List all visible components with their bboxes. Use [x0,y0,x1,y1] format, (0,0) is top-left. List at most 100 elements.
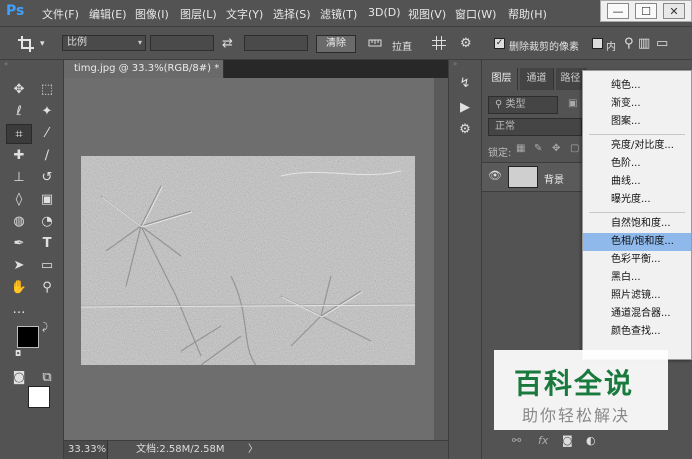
delete-cropped-label: 删除裁剪的像素 [509,42,579,53]
gradient-tool-icon[interactable]: ▣ [36,190,58,210]
default-colors-icon[interactable]: ◘ [15,349,21,358]
menu-filter[interactable]: 滤镜(T) [320,6,357,22]
window-controls: — ☐ ✕ [600,0,692,22]
menu-item-channel-mixer[interactable]: 通道混合器... [583,305,691,323]
grid-overlay-icon[interactable] [432,36,446,54]
eyedropper-tool-icon[interactable]: ⁄ [36,124,58,144]
menu-file[interactable]: 文件(F) [42,6,79,22]
lock-label: 锁定: [488,148,512,159]
blur-tool-icon[interactable]: ◍ [8,212,30,232]
menu-select[interactable]: 选择(S) [273,6,311,22]
screen-mode-icon[interactable]: ⧉ [36,368,58,388]
magic-wand-tool-icon[interactable]: ✦ [36,102,58,122]
minimize-button[interactable]: — [607,3,629,19]
tools-panel: « ✥ ⬚ ℓ ✦ ⌗ ⁄ ✚ ∕ ⊥ ↺ ◊ ▣ ◍ ◔ ✒ T ➤ ▭ ✋ … [0,60,64,459]
menu-type[interactable]: 文字(Y) [226,6,263,22]
history-brush-tool-icon[interactable]: ↺ [36,168,58,188]
marquee-tool-icon[interactable]: ⬚ [36,80,58,100]
foreground-color-swatch[interactable] [17,326,39,348]
blend-mode-select[interactable]: 正常 [488,118,582,136]
menu-item-color-balance[interactable]: 色彩平衡... [583,251,691,269]
document-image[interactable] [81,156,415,365]
menu-help[interactable]: 帮助(H) [508,6,547,22]
lock-pixels-icon[interactable]: ✎ [534,143,542,154]
hand-tool-icon[interactable]: ✋ [8,278,30,298]
more-tools-icon[interactable]: … [8,300,30,320]
search-icon[interactable]: ⚲ [624,36,634,51]
brush-tool-icon[interactable]: ∕ [36,146,58,166]
panel-collapse-grip[interactable]: « [4,60,60,68]
fx-icon[interactable]: fx [538,434,548,447]
image-filter-icon[interactable]: ▣ [568,98,577,109]
layer-name[interactable]: 背景 [544,171,564,186]
menu-item-curves[interactable]: 曲线... [583,173,691,191]
vertical-scrollbar[interactable] [434,78,448,440]
workspace-menu-icon[interactable]: ▭ [656,36,668,51]
menu-item-photo-filter[interactable]: 照片滤镜... [583,287,691,305]
menu-3d[interactable]: 3D(D) [368,6,401,19]
panel-collapse-grip[interactable]: » [453,60,479,68]
menu-item-color-lookup[interactable]: 颜色查找... [583,323,691,341]
clear-button[interactable]: 清除 [316,35,356,53]
menu-item-gradient[interactable]: 渐变... [583,95,691,113]
adjustment-layer-icon[interactable]: ◐ [586,434,596,447]
zoom-tool-icon[interactable]: ⚲ [36,278,58,298]
menu-window[interactable]: 窗口(W) [455,6,496,22]
history-panel-icon[interactable]: ↯ [454,74,476,94]
menu-item-black-white[interactable]: 黑白... [583,269,691,287]
pen-tool-icon[interactable]: ✒ [8,234,30,254]
ratio-height-input[interactable] [244,35,308,51]
actions-play-icon[interactable]: ▶ [454,98,476,118]
close-button[interactable]: ✕ [663,3,685,19]
healing-brush-tool-icon[interactable]: ✚ [8,146,30,166]
lock-all-icon[interactable]: ▢ [570,143,579,154]
zoom-level[interactable]: 33.33% [64,441,108,459]
ratio-select[interactable]: 比例 ▾ [62,35,146,51]
add-mask-icon[interactable]: ◙ [562,434,573,447]
properties-panel-icon[interactable]: ⚙ [454,120,476,140]
lock-position-icon[interactable]: ✥ [552,143,560,154]
gear-icon[interactable]: ⚙ [460,36,472,51]
tab-channels[interactable]: 通道 [520,68,554,90]
lock-transparency-icon[interactable]: ▦ [516,143,525,154]
maximize-button[interactable]: ☐ [635,3,657,19]
lasso-tool-icon[interactable]: ℓ [8,102,30,122]
background-color-swatch[interactable] [28,386,50,408]
link-layers-icon[interactable]: ⚯ [512,434,521,447]
tab-layers[interactable]: 图层 [486,68,518,90]
menu-image[interactable]: 图像(I) [135,6,169,22]
menu-item-exposure[interactable]: 曝光度... [583,191,691,209]
eraser-tool-icon[interactable]: ◊ [8,190,30,210]
layer-filter-select[interactable]: ⚲ 类型 [488,96,558,114]
eye-icon[interactable]: 👁 [488,169,502,182]
swap-icon[interactable]: ⇄ [222,36,233,51]
document-tab[interactable]: timg.jpg @ 33.3%(RGB/8#) * × [64,60,224,92]
type-tool-icon[interactable]: T [36,234,58,254]
status-menu-arrow[interactable]: 〉 [248,441,258,459]
menu-item-vibrance[interactable]: 自然饱和度... [583,215,691,233]
crop-tool-preset-icon[interactable] [18,36,36,56]
swap-colors-icon[interactable]: ⤸ [42,322,48,333]
menu-item-levels[interactable]: 色阶... [583,155,691,173]
straighten-label[interactable]: 拉直 [392,38,412,53]
menu-item-pattern[interactable]: 图案... [583,113,691,131]
menu-item-brightness-contrast[interactable]: 亮度/对比度... [583,137,691,155]
ratio-width-input[interactable] [150,35,214,51]
menu-item-solid-color[interactable]: 纯色... [583,77,691,95]
menu-view[interactable]: 视图(V) [408,6,446,22]
move-tool-icon[interactable]: ✥ [8,80,30,100]
workspace-switcher-icon[interactable]: ▥ [638,36,650,51]
rectangle-tool-icon[interactable]: ▭ [36,256,58,276]
clone-stamp-tool-icon[interactable]: ⊥ [8,168,30,188]
menu-edit[interactable]: 编辑(E) [89,6,127,22]
delete-cropped-checkbox[interactable]: ✓ [494,38,505,49]
menu-item-hue-saturation[interactable]: 色相/饱和度... [583,233,691,251]
crop-tool-icon[interactable]: ⌗ [6,124,32,144]
chevron-down-icon[interactable]: ▾ [40,39,45,49]
quick-mask-icon[interactable]: ◙ [8,368,30,388]
dodge-tool-icon[interactable]: ◔ [36,212,58,232]
content-aware-checkbox[interactable] [592,38,603,49]
path-selection-tool-icon[interactable]: ➤ [8,256,30,276]
straighten-icon[interactable] [368,37,382,52]
menu-layer[interactable]: 图层(L) [180,6,217,22]
